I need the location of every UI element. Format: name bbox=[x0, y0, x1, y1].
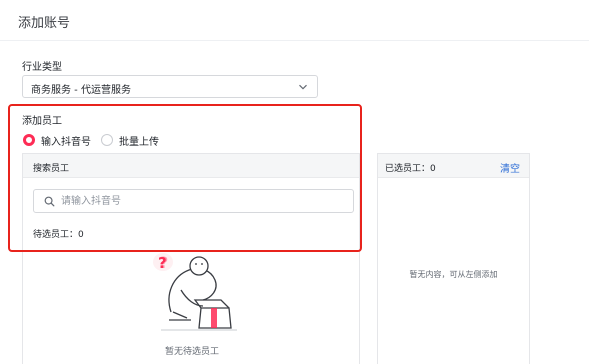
radio-label: 输入抖音号 bbox=[41, 136, 91, 148]
selected-employee-header: 已选员工：0 清空 bbox=[378, 154, 529, 178]
pending-employee-count: 待选员工：0 bbox=[33, 230, 84, 240]
selected-employee-count: 已选员工：0 bbox=[385, 164, 436, 174]
search-employee-title: 搜索员工 bbox=[33, 164, 70, 174]
radio-input-douyin-id[interactable]: 输入抖音号 bbox=[23, 133, 91, 148]
radio-checked-indicator bbox=[23, 134, 35, 146]
radio-label: 批量上传 bbox=[119, 136, 159, 148]
search-employee-header: 搜索员工 bbox=[23, 154, 359, 178]
radio-unchecked-indicator bbox=[101, 134, 113, 146]
title-divider bbox=[0, 40, 589, 41]
empty-state-illustration: ? ? bbox=[153, 253, 237, 331]
chevron-down-icon bbox=[299, 84, 307, 90]
radio-batch-upload[interactable]: 批量上传 bbox=[101, 133, 159, 148]
empty-pending-text: 暂无待选员工 bbox=[164, 347, 219, 357]
add-employee-label: 添加员工 bbox=[22, 116, 62, 127]
industry-label: 行业类型 bbox=[22, 62, 62, 73]
search-employee-panel: 搜索员工 待选员工：0 ? ? 暂无待选员工 bbox=[22, 153, 360, 364]
empty-selected-text: 暂无内容，可从左侧添加 bbox=[409, 270, 498, 279]
industry-select[interactable]: 商务服务 - 代运营服务 bbox=[22, 75, 318, 98]
page-title: 添加账号 bbox=[18, 16, 71, 31]
selected-employee-panel: 已选员工：0 清空 暂无内容，可从左侧添加 bbox=[377, 153, 530, 364]
search-box[interactable] bbox=[33, 189, 354, 213]
search-icon bbox=[44, 196, 55, 207]
clear-button[interactable]: 清空 bbox=[500, 160, 520, 175]
industry-select-value: 商务服务 - 代运营服务 bbox=[31, 85, 131, 96]
search-input[interactable] bbox=[61, 193, 341, 210]
svg-text:?: ? bbox=[158, 254, 167, 272]
